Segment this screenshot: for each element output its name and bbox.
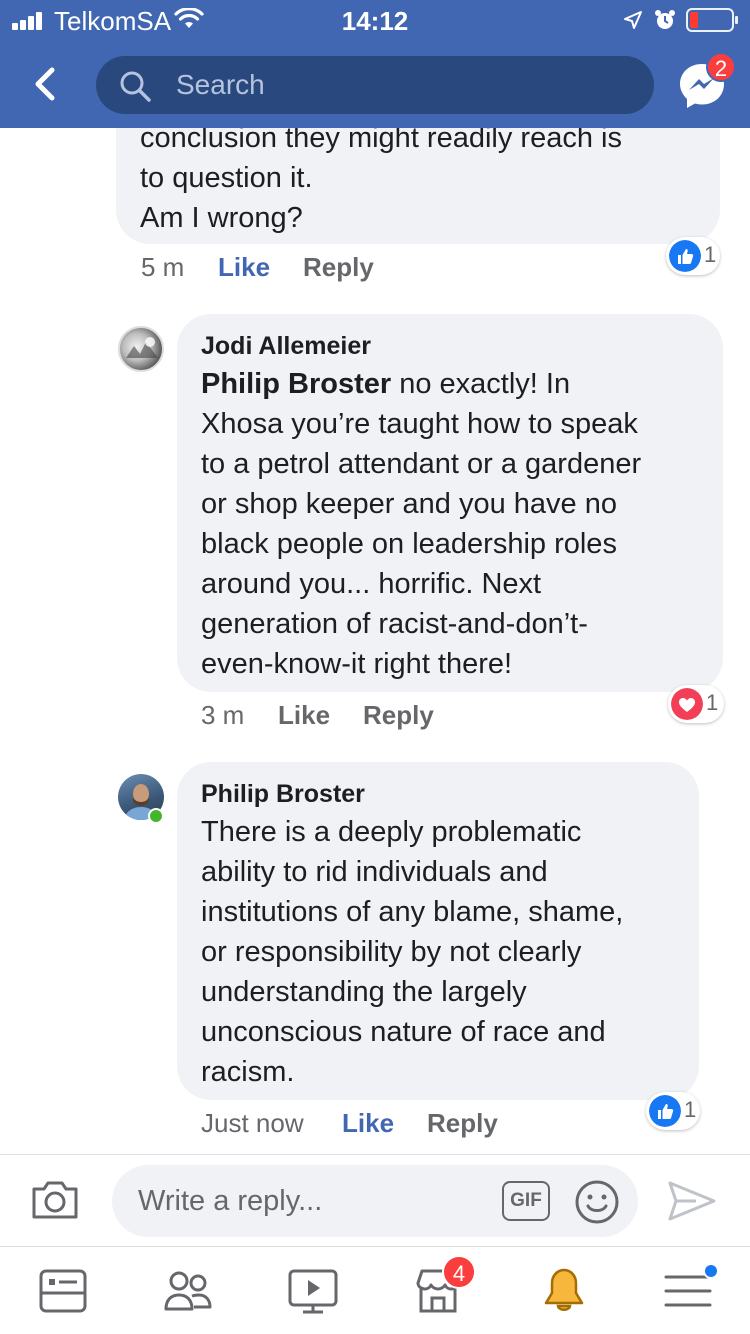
send-icon[interactable] bbox=[666, 1179, 718, 1223]
comment-bubble[interactable]: conclusion they might readily reach is t… bbox=[116, 128, 720, 244]
comment-line: or shop keeper and you have no bbox=[201, 488, 617, 520]
reaction-number: 1 bbox=[706, 690, 719, 715]
location-icon bbox=[624, 11, 642, 29]
comment-time: 3 m bbox=[201, 700, 245, 730]
mention-link[interactable]: Philip Broster bbox=[201, 368, 391, 400]
messenger-badge: 2 bbox=[706, 52, 736, 82]
comment-line: to a petrol attendant or a gardener bbox=[201, 448, 642, 480]
comment-time: Just now bbox=[201, 1108, 304, 1138]
online-indicator bbox=[148, 808, 164, 824]
comment-line: unconscious nature of race and bbox=[201, 1016, 606, 1048]
battery-icon bbox=[686, 8, 738, 32]
camera-icon[interactable] bbox=[30, 1179, 80, 1221]
comment-line: understanding the largely bbox=[201, 976, 527, 1008]
avatar[interactable] bbox=[118, 326, 164, 372]
comment-line: There is a deeply problematic bbox=[201, 816, 582, 848]
love-icon bbox=[671, 688, 703, 720]
comment-line: racism. bbox=[201, 1056, 295, 1088]
reply-button[interactable]: Reply bbox=[427, 1108, 498, 1139]
notifications-icon[interactable] bbox=[538, 1265, 590, 1317]
comment-line: to question it. bbox=[140, 162, 313, 194]
like-button[interactable]: Like bbox=[342, 1108, 394, 1139]
comment-line: around you... horrific. Next bbox=[201, 568, 542, 600]
comment-line: Am I wrong? bbox=[140, 202, 303, 234]
comment-line: generation of racist-and-don’t- bbox=[201, 608, 588, 640]
comment-line: black people on leadership roles bbox=[201, 528, 617, 560]
friends-icon[interactable] bbox=[162, 1265, 214, 1317]
reply-input[interactable] bbox=[138, 1181, 478, 1221]
menu-notification-dot bbox=[703, 1263, 719, 1279]
search-icon bbox=[120, 71, 151, 102]
emoji-icon[interactable] bbox=[574, 1179, 620, 1225]
avatar-photo bbox=[126, 337, 158, 358]
comment-author[interactable]: Philip Broster bbox=[201, 780, 365, 809]
watch-icon[interactable] bbox=[287, 1265, 339, 1317]
comment-bubble[interactable]: Jodi Allemeier Philip Broster no exactly… bbox=[177, 314, 723, 692]
reaction-number: 1 bbox=[684, 1097, 697, 1122]
like-icon bbox=[669, 240, 701, 272]
reaction-number: 1 bbox=[704, 242, 717, 267]
comment-author[interactable]: Jodi Allemeier bbox=[201, 332, 371, 361]
comment-line: or responsibility by not clearly bbox=[201, 936, 582, 968]
search-input[interactable] bbox=[176, 66, 626, 104]
bottom-tab-bar: 4 bbox=[0, 1246, 750, 1334]
comment-line: ability to rid individuals and bbox=[201, 856, 548, 888]
gif-button[interactable]: GIF bbox=[502, 1181, 550, 1221]
like-button[interactable]: Like bbox=[278, 700, 330, 731]
reply-button[interactable]: Reply bbox=[363, 700, 434, 731]
search-bar[interactable] bbox=[96, 56, 654, 114]
back-button[interactable] bbox=[26, 62, 70, 106]
marketplace-badge: 4 bbox=[442, 1255, 476, 1289]
like-icon bbox=[649, 1095, 681, 1127]
reaction-count[interactable]: 1 bbox=[646, 1092, 700, 1130]
comment-text: no exactly! In bbox=[391, 368, 571, 400]
comment-line: even-know-it right there! bbox=[201, 648, 513, 680]
like-button[interactable]: Like bbox=[218, 252, 270, 283]
comment-line: institutions of any blame, shame, bbox=[201, 896, 624, 928]
reply-composer: GIF bbox=[0, 1154, 750, 1246]
comment-line: conclusion they might readily reach is bbox=[140, 128, 622, 154]
comment-thread: conclusion they might readily reach is t… bbox=[0, 128, 750, 1154]
reaction-count[interactable]: 1 bbox=[666, 237, 720, 275]
comment-time: 5 m bbox=[141, 252, 185, 282]
comment-line: Xhosa you’re taught how to speak bbox=[201, 408, 638, 440]
comment-line: Philip Broster no exactly! In bbox=[201, 364, 570, 404]
top-bar: TelkomSA 14:12 2 bbox=[0, 0, 750, 128]
reaction-count[interactable]: 1 bbox=[668, 685, 724, 723]
status-bar: TelkomSA 14:12 bbox=[0, 0, 750, 40]
comment-bubble[interactable]: Philip Broster There is a deeply problem… bbox=[177, 762, 699, 1100]
alarm-icon bbox=[655, 10, 675, 29]
reply-button[interactable]: Reply bbox=[303, 252, 374, 283]
news-feed-icon[interactable] bbox=[37, 1265, 89, 1317]
reply-box[interactable]: GIF bbox=[112, 1165, 638, 1237]
